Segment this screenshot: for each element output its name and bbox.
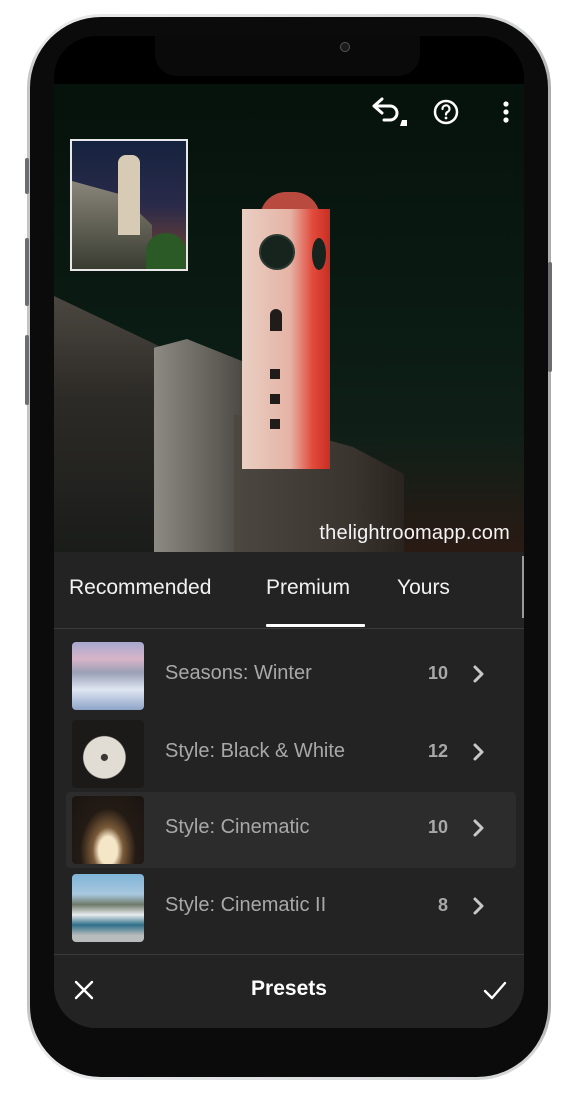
preset-list: Seasons: Winter 10 Style: Black & White …: [54, 629, 524, 953]
help-icon: [433, 99, 459, 125]
preset-count: 12: [427, 741, 448, 761]
chevron-right-icon: [473, 897, 484, 915]
tabs-scroll-indicator: [522, 556, 524, 618]
preset-count: 10: [427, 663, 448, 683]
preset-name: Style: Cinematic: [165, 816, 310, 838]
footer-title: Presets: [251, 977, 327, 1000]
preset-count: 10: [427, 817, 448, 837]
thumbnail-tower: [118, 155, 140, 235]
preset-thumbnail-winter: [72, 642, 144, 710]
silent-switch: [25, 158, 29, 194]
tab-premium[interactable]: Premium: [266, 576, 350, 600]
more-vertical-icon: [503, 101, 509, 123]
thumbnail-building: [72, 181, 152, 269]
photo-window: [270, 369, 280, 379]
photo-window: [270, 394, 280, 404]
preset-name: Seasons: Winter: [165, 662, 312, 684]
undo-icon: [372, 97, 407, 126]
original-photo-thumbnail[interactable]: [70, 139, 188, 271]
preset-row-cinematic[interactable]: Style: Cinematic 10: [66, 792, 516, 868]
preset-count: 8: [437, 895, 448, 915]
watermark-text: thelightroomapp.com: [319, 522, 510, 544]
preset-tabs: Recommended Premium Yours: [54, 552, 524, 629]
preset-thumbnail-flower: [72, 720, 144, 788]
thumbnail-tree: [146, 233, 186, 269]
preset-row-black-white[interactable]: Style: Black & White 12: [66, 716, 516, 792]
more-options-button[interactable]: [494, 98, 518, 126]
photo-clock-face-side: [312, 238, 326, 270]
photo-window: [270, 419, 280, 429]
chevron-right-icon: [473, 819, 484, 837]
preset-name: Style: Cinematic II: [165, 894, 327, 916]
chevron-right-icon: [473, 743, 484, 761]
check-icon: [483, 981, 507, 1000]
presets-footer: Presets: [54, 954, 524, 1028]
preset-row-seasons-winter[interactable]: Seasons: Winter 10: [66, 638, 516, 714]
app-screen: thelightroomapp.com Recommended Premium …: [54, 36, 524, 1028]
photo-window: [270, 309, 282, 331]
presets-panel: Recommended Premium Yours Seasons: Winte…: [54, 552, 524, 1028]
front-camera: [340, 42, 350, 52]
photo-preview: thelightroomapp.com: [54, 84, 524, 552]
notch: [155, 36, 420, 76]
help-button[interactable]: [432, 98, 460, 126]
preset-thumbnail-car: [72, 874, 144, 942]
volume-up-button: [25, 238, 29, 306]
active-tab-indicator: [266, 624, 365, 627]
power-button: [548, 262, 552, 372]
tab-yours[interactable]: Yours: [397, 576, 450, 600]
undo-button[interactable]: [370, 96, 410, 130]
preset-row-cinematic-ii[interactable]: Style: Cinematic II 8: [66, 870, 516, 946]
chevron-right-icon: [473, 665, 484, 683]
tab-recommended[interactable]: Recommended: [69, 576, 211, 600]
preset-thumbnail-bridge: [72, 796, 144, 864]
volume-down-button: [25, 335, 29, 405]
preset-name: Style: Black & White: [165, 740, 346, 762]
confirm-button[interactable]: [482, 977, 508, 1003]
photo-clock-face: [259, 234, 295, 270]
